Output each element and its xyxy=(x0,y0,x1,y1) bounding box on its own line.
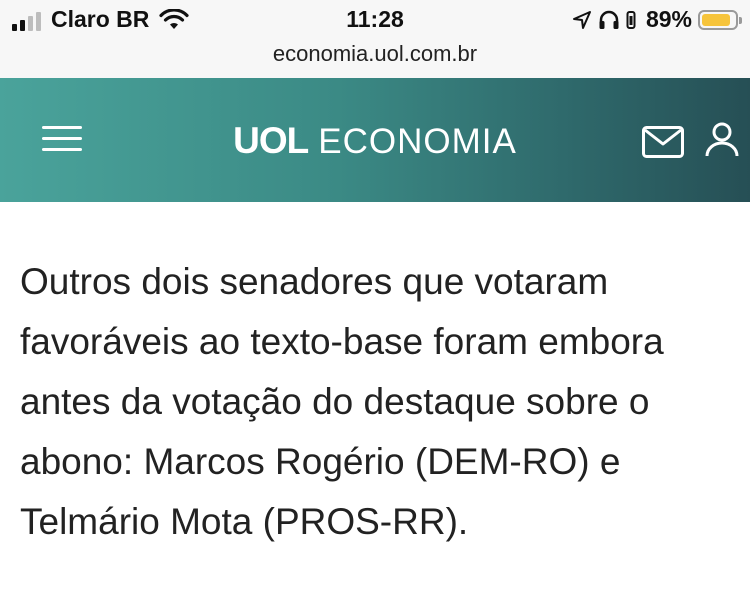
address-bar[interactable]: economia.uol.com.br xyxy=(0,40,750,78)
status-bar-right: 89% xyxy=(572,6,742,33)
status-bar: Claro BR 11:28 89% xyxy=(0,0,750,40)
brand-logo-text: UOL xyxy=(233,120,309,161)
site-logo[interactable]: UOL ECONOMIA xyxy=(0,120,750,162)
location-arrow-icon xyxy=(572,10,591,29)
user-icon[interactable] xyxy=(704,122,740,158)
battery-icon xyxy=(698,9,742,30)
headphones-icon xyxy=(599,10,619,29)
url-text[interactable]: economia.uol.com.br xyxy=(273,41,477,66)
battery-percent: 89% xyxy=(645,6,692,32)
section-title: ECONOMIA xyxy=(318,122,517,161)
portrait-lock-icon xyxy=(626,10,636,29)
article-paragraph: Outros dois senadores que votaram favorá… xyxy=(20,261,664,542)
mail-icon[interactable] xyxy=(642,126,684,158)
site-header: UOL ECONOMIA xyxy=(0,78,750,202)
